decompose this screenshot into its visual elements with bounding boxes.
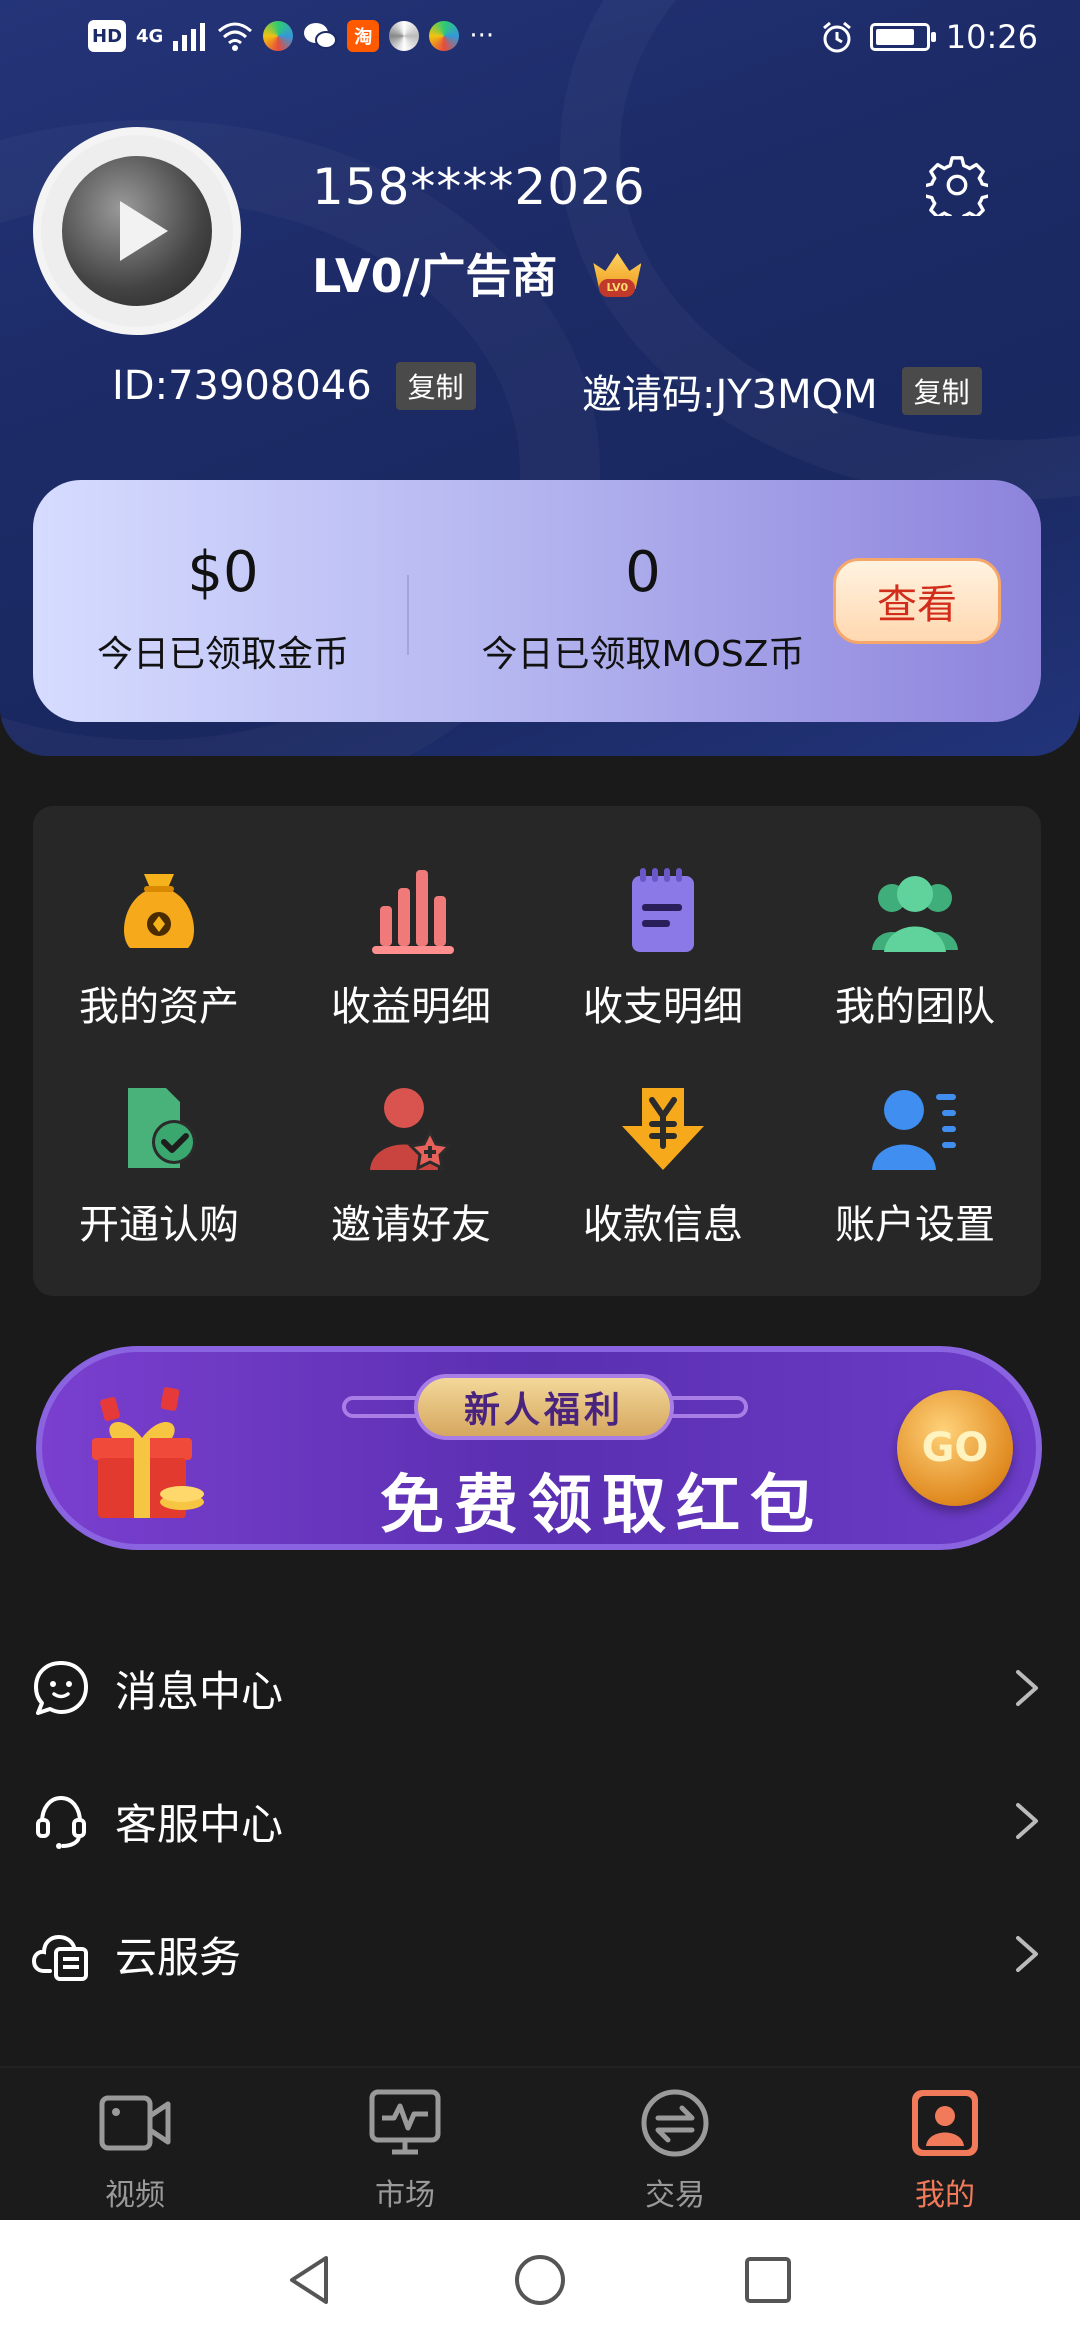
user-list-icon: [872, 1090, 956, 1170]
mosz-value: 0: [625, 540, 661, 605]
level-badge-text: LV0: [599, 279, 636, 297]
coins-label: 今日已领取金币: [96, 634, 349, 675]
nav-label: 我的: [915, 2178, 975, 2213]
today-stats-card: $0 今日已领取金币 0 今日已领取MOSZ币 查看: [33, 480, 1041, 722]
clock: 10:26: [945, 18, 1038, 56]
grid-label: 收款信息: [583, 1202, 743, 1248]
grid-item-invite-friends[interactable]: 邀请好友: [285, 1084, 537, 1284]
network-type: 4G: [136, 25, 164, 47]
invite-code-row: 邀请码:JY3MQM 复制: [582, 362, 982, 420]
grid-label: 账户设置: [835, 1202, 995, 1248]
grid-item-earnings-detail[interactable]: 收益明细: [285, 866, 537, 1066]
status-right: 10:26: [820, 18, 1038, 56]
go-button[interactable]: GO: [897, 1390, 1013, 1506]
grid-label: 我的资产: [79, 984, 239, 1030]
list-label: 客服中心: [115, 1799, 284, 1849]
bottom-navigation: 视频 市场 交易 我的: [0, 2066, 1080, 2220]
headset-icon: [36, 1795, 86, 1849]
avatar-image: [62, 156, 212, 306]
grid-label: 收益明细: [331, 984, 491, 1030]
new-user-red-packet-banner[interactable]: 新人福利 免费领取红包 GO: [36, 1346, 1042, 1550]
list-item-customer-service[interactable]: 客服中心: [0, 1771, 1080, 1871]
more-notifications: ···: [469, 21, 495, 51]
avatar[interactable]: [33, 127, 241, 335]
stats-divider: [407, 575, 409, 655]
gift-box-icon: [92, 1387, 204, 1518]
grid-item-my-assets[interactable]: 我的资产: [33, 866, 285, 1066]
yuan-arrow-icon: [622, 1088, 704, 1170]
back-icon[interactable]: [280, 2250, 340, 2310]
copy-id-button[interactable]: 复制: [395, 362, 476, 410]
grid-item-account-settings[interactable]: 账户设置: [789, 1084, 1041, 1284]
video-icon: [99, 2095, 171, 2151]
grid-item-income-expense[interactable]: 收支明细: [537, 866, 789, 1066]
message-icon: [34, 1661, 88, 1715]
system-navigation-bar: [0, 2220, 1080, 2340]
status-icons: HD 4G 淘 ···: [88, 20, 494, 52]
level-text: LV0/广告商: [312, 249, 558, 303]
level-badge-icon: LV0: [593, 249, 642, 297]
banner-pill: 新人福利: [414, 1374, 674, 1440]
taobao-icon: 淘: [347, 20, 380, 52]
profile-icon: [912, 2090, 978, 2156]
user-id: ID:73908046: [112, 363, 372, 409]
recent-apps-icon[interactable]: [738, 2250, 798, 2310]
user-phone: 158****2026: [312, 158, 646, 216]
nav-video[interactable]: 视频: [0, 2088, 270, 2214]
app-notification-icon: [389, 21, 420, 51]
nav-mine[interactable]: 我的: [810, 2088, 1080, 2214]
grid-label: 收支明细: [583, 984, 743, 1030]
exchange-icon: [641, 2089, 709, 2157]
chevron-right-icon: [1016, 1936, 1038, 1972]
grid-label: 我的团队: [835, 984, 995, 1030]
bar-chart-icon: [372, 870, 454, 954]
list-label: 消息中心: [115, 1666, 284, 1716]
team-icon: [872, 876, 958, 952]
status-bar: HD 4G 淘 ··· 10:26: [0, 0, 1080, 80]
user-level: LV0/广告商 LV0: [312, 240, 642, 306]
list-item-cloud-service[interactable]: 云服务: [0, 1904, 1080, 2004]
banner-title: 免费领取红包: [380, 1469, 824, 1543]
grid-item-payment-info[interactable]: 收款信息: [537, 1084, 789, 1284]
grid-label: 邀请好友: [331, 1202, 491, 1248]
market-icon: [369, 2089, 441, 2155]
invite-code: 邀请码:JY3MQM: [582, 372, 878, 418]
signal-icon: [173, 23, 206, 51]
nav-label: 视频: [105, 2178, 165, 2213]
alarm-icon: [822, 21, 851, 53]
grid-item-my-team[interactable]: 我的团队: [789, 866, 1041, 1066]
nav-exchange[interactable]: 交易: [540, 2088, 810, 2214]
copy-invite-button[interactable]: 复制: [901, 367, 982, 415]
hd-icon: HD: [88, 20, 127, 52]
wifi-icon: [218, 22, 253, 51]
view-button[interactable]: 查看: [833, 558, 1001, 644]
nav-market[interactable]: 市场: [270, 2088, 540, 2214]
grid-label: 开通认购: [79, 1202, 239, 1248]
cloud-service-icon: [32, 1934, 88, 1981]
chevron-right-icon: [1016, 1670, 1038, 1706]
coins-stat: $0 今日已领取金币: [73, 480, 373, 722]
settings-gear-icon[interactable]: [926, 154, 988, 216]
list-label: 云服务: [115, 1932, 242, 1982]
app-notification-icon: [263, 21, 294, 51]
money-bag-icon: [124, 874, 194, 948]
nav-label: 交易: [645, 2178, 705, 2213]
app-notification-icon: [429, 21, 460, 51]
nav-label: 市场: [375, 2178, 435, 2213]
notepad-icon: [632, 868, 694, 952]
user-id-row: ID:73908046 复制: [112, 362, 476, 410]
wechat-icon: [304, 23, 338, 49]
chevron-right-icon: [1016, 1803, 1038, 1839]
coins-value: $0: [187, 540, 259, 605]
list-item-message-center[interactable]: 消息中心: [0, 1638, 1080, 1738]
mosz-stat: 0 今日已领取MOSZ币: [433, 480, 853, 722]
feature-grid: 我的资产 收益明细 收支明细 我的团队 开通认购 邀请好友 收款信息 账户设置: [33, 806, 1041, 1296]
home-icon[interactable]: [510, 2250, 570, 2310]
mosz-label: 今日已领取MOSZ币: [481, 634, 805, 675]
grid-item-subscribe[interactable]: 开通认购: [33, 1084, 285, 1284]
user-star-icon: [370, 1088, 453, 1171]
document-check-icon: [128, 1088, 196, 1168]
battery-icon: [869, 23, 936, 51]
